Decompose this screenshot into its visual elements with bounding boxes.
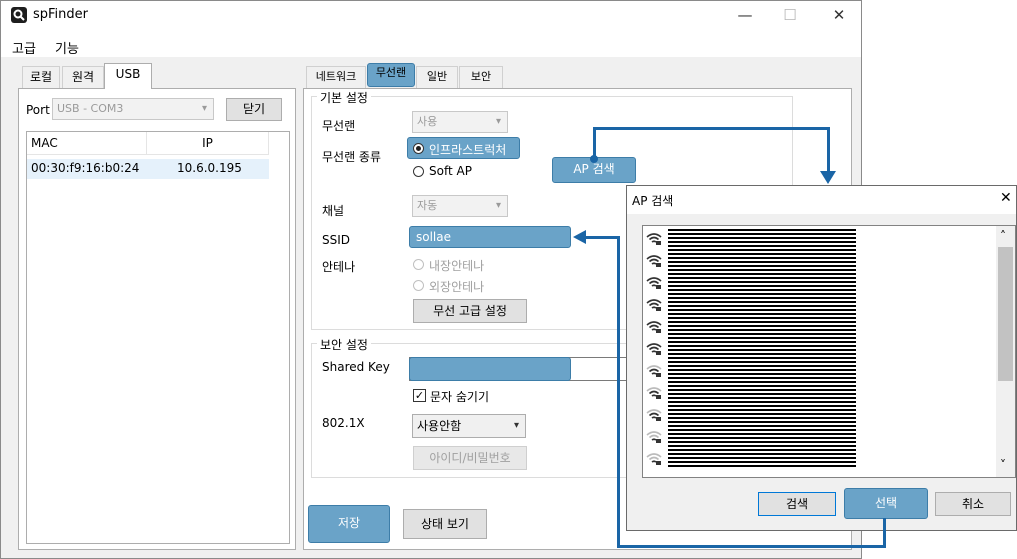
hide-chars-checkbox[interactable]: ✓ bbox=[413, 389, 426, 402]
hide-chars-label: 문자 숨기기 bbox=[430, 390, 490, 404]
annotation-arrow bbox=[827, 127, 830, 175]
channel-label: 채널 bbox=[322, 204, 345, 218]
magnifier-icon bbox=[11, 7, 27, 23]
ssid-label: SSID bbox=[322, 233, 351, 247]
softap-radio[interactable] bbox=[413, 166, 424, 177]
table-row[interactable]: 00:30:f9:16:b0:24 10.6.0.195 bbox=[27, 159, 269, 179]
wifi-lock-icon bbox=[646, 276, 662, 290]
ssid-value: sollae bbox=[416, 230, 451, 244]
wireless-advanced-button[interactable]: 무선 고급 설정 bbox=[413, 299, 527, 323]
external-antenna-label: 외장안테나 bbox=[429, 280, 485, 294]
menu-bar bbox=[1, 31, 861, 57]
ap-search-button[interactable]: AP 검색 bbox=[555, 160, 633, 180]
menu-advanced[interactable]: 고급 bbox=[12, 38, 36, 57]
dot1x-select[interactable]: 사용안함 ▾ bbox=[412, 414, 526, 438]
ssid-input[interactable]: sollae bbox=[409, 226, 571, 248]
wlan-value: 사용 bbox=[417, 115, 438, 128]
infra-label: 인프라스트럭처 bbox=[429, 143, 507, 157]
tab-general[interactable]: 일반 bbox=[416, 66, 458, 88]
window-title: spFinder bbox=[33, 7, 89, 22]
tab-remote[interactable]: 원격 bbox=[62, 66, 104, 88]
annotation-arrow bbox=[617, 545, 886, 548]
status-view-button[interactable]: 상태 보기 bbox=[403, 509, 487, 539]
dialog-title-bar bbox=[627, 186, 1016, 214]
tab-usb[interactable]: USB bbox=[104, 63, 152, 89]
shared-key-highlight bbox=[409, 357, 571, 381]
wifi-lock-icon bbox=[646, 298, 662, 312]
basic-settings-title: 기본 설정 bbox=[317, 89, 371, 106]
arrow-head-icon bbox=[573, 230, 586, 244]
wifi-lock-icon bbox=[646, 408, 662, 422]
wifi-lock-icon bbox=[646, 320, 662, 334]
maximize-button[interactable]: ☐ bbox=[780, 6, 800, 24]
wifi-lock-icon bbox=[646, 452, 662, 466]
wifi-lock-icon bbox=[646, 430, 662, 444]
title-bar bbox=[1, 1, 861, 31]
internal-antenna-radio[interactable] bbox=[413, 259, 424, 270]
arrow-head-icon bbox=[820, 171, 836, 184]
annotation-arrow bbox=[585, 236, 620, 239]
menu-function[interactable]: 기능 bbox=[55, 38, 79, 57]
dot1x-value: 사용안함 bbox=[417, 419, 462, 433]
antenna-label: 안테나 bbox=[322, 260, 356, 274]
save-button[interactable]: 저장 bbox=[311, 509, 387, 539]
infra-radio[interactable] bbox=[413, 143, 424, 154]
annotation-arrow bbox=[883, 518, 886, 548]
wifi-lock-icon bbox=[646, 254, 662, 268]
wifi-lock-icon bbox=[646, 386, 662, 400]
chevron-down-icon: ▾ bbox=[495, 116, 501, 127]
chevron-down-icon: ▾ bbox=[201, 103, 207, 114]
shared-key-label: Shared Key bbox=[322, 360, 390, 374]
id-password-button[interactable]: 아이디/비밀번호 bbox=[413, 446, 527, 470]
wifi-lock-icon bbox=[646, 232, 662, 246]
softap-label: Soft AP bbox=[429, 164, 472, 178]
dialog-title: AP 검색 bbox=[632, 194, 674, 208]
dot1x-label: 802.1X bbox=[322, 416, 365, 430]
scrollbar-thumb[interactable] bbox=[998, 247, 1013, 381]
tab-network[interactable]: 네트워크 bbox=[306, 66, 366, 88]
column-header-ip[interactable]: IP bbox=[147, 132, 269, 155]
dialog-select-button[interactable]: 선택 bbox=[847, 492, 925, 516]
wifi-lock-icon bbox=[646, 364, 662, 378]
wifi-lock-icon bbox=[646, 342, 662, 356]
port-value: USB - COM3 bbox=[57, 102, 124, 115]
internal-antenna-label: 내장안테나 bbox=[429, 259, 485, 273]
port-select[interactable]: USB - COM3 ▾ bbox=[52, 98, 214, 120]
minimize-button[interactable]: — bbox=[735, 6, 755, 24]
cell-ip: 10.6.0.195 bbox=[177, 161, 242, 175]
port-label: Port bbox=[26, 103, 50, 117]
close-port-button[interactable]: 닫기 bbox=[226, 98, 282, 121]
chevron-down-icon: ▾ bbox=[495, 200, 501, 211]
scroll-down-icon[interactable]: ˅ bbox=[1000, 458, 1006, 472]
device-list[interactable]: MAC IP 00:30:f9:16:b0:24 10.6.0.195 bbox=[26, 131, 290, 544]
tab-local[interactable]: 로컬 bbox=[22, 66, 60, 88]
scroll-up-icon[interactable]: ˄ bbox=[1000, 229, 1006, 243]
channel-select[interactable]: 자동 ▾ bbox=[412, 195, 508, 217]
wlan-type-label: 무선랜 종류 bbox=[322, 150, 382, 164]
dialog-close-button[interactable]: ✕ bbox=[1000, 190, 1012, 206]
dialog-cancel-button[interactable]: 취소 bbox=[935, 492, 1011, 516]
wlan-label: 무선랜 bbox=[322, 119, 356, 133]
cell-mac: 00:30:f9:16:b0:24 bbox=[31, 161, 140, 175]
annotation-dot bbox=[590, 155, 598, 163]
dialog-search-button[interactable]: 검색 bbox=[758, 492, 836, 516]
wlan-select[interactable]: 사용 ▾ bbox=[412, 111, 508, 133]
annotation-arrow bbox=[617, 236, 620, 548]
ap-ssid-list-redacted bbox=[668, 229, 856, 467]
channel-value: 자동 bbox=[417, 199, 438, 212]
column-header-mac[interactable]: MAC bbox=[27, 132, 147, 155]
tab-wireless[interactable]: 무선랜 bbox=[369, 63, 413, 89]
tab-security[interactable]: 보안 bbox=[459, 66, 503, 88]
close-button[interactable]: ✕ bbox=[829, 6, 849, 24]
chevron-down-icon: ▾ bbox=[513, 420, 519, 431]
annotation-arrow bbox=[593, 127, 829, 130]
security-settings-title: 보안 설정 bbox=[317, 336, 371, 353]
external-antenna-radio[interactable] bbox=[413, 280, 424, 291]
